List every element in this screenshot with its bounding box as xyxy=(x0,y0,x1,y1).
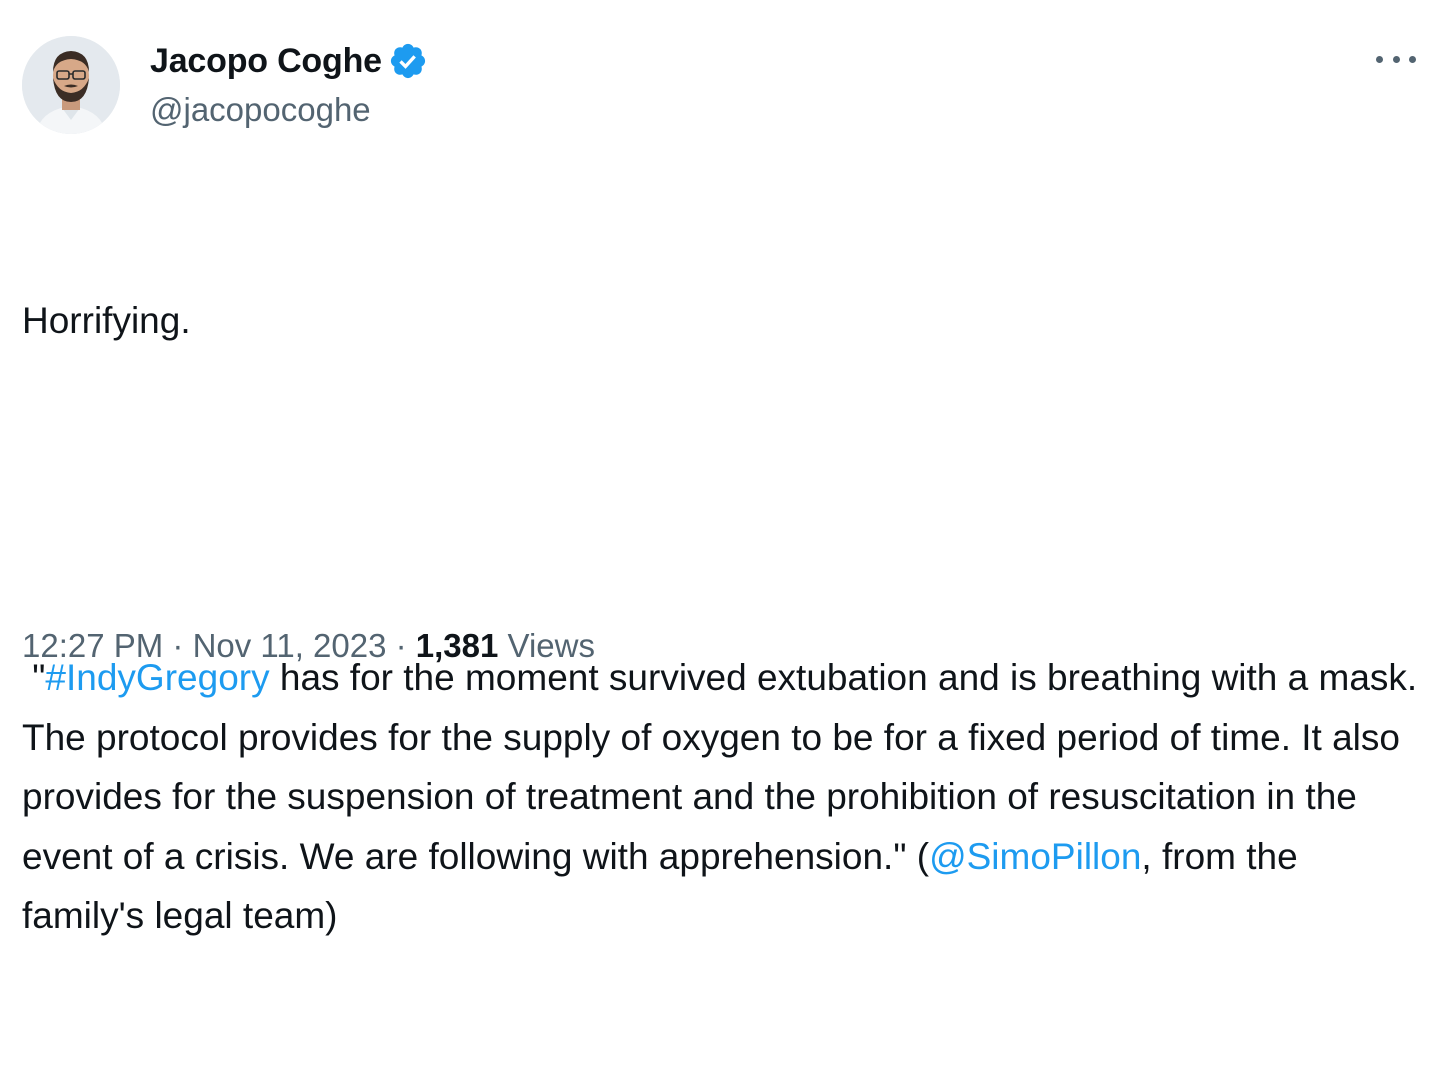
tweet-text: Horrifying. "#IndyGregory has for the mo… xyxy=(22,172,1422,1065)
avatar-photo-icon xyxy=(22,36,120,134)
meta-separator: · xyxy=(386,627,416,664)
author-name-row: Jacopo Coghe xyxy=(150,40,428,82)
meta-separator: · xyxy=(163,627,193,664)
tweet-quote-paragraph: "#IndyGregory has for the moment survive… xyxy=(22,648,1422,946)
tweet-time[interactable]: 12:27 PM xyxy=(22,627,163,664)
tweet-meta: 12:27 PM · Nov 11, 2023 · 1,381 Views xyxy=(22,624,595,668)
verified-badge-icon[interactable] xyxy=(388,41,428,81)
author-display-name[interactable]: Jacopo Coghe xyxy=(150,41,382,81)
views-label: Views xyxy=(498,627,595,664)
more-options-icon[interactable] xyxy=(1376,44,1416,74)
tweet-card: Jacopo Coghe @jacopocoghe Horrifying. "#… xyxy=(0,0,1456,936)
more-dot xyxy=(1392,55,1400,63)
mention-link[interactable]: @SimoPillon xyxy=(929,836,1141,877)
views-count[interactable]: 1,381 xyxy=(416,627,499,664)
tweet-line-1: Horrifying. xyxy=(22,300,191,341)
author-handle[interactable]: @jacopocoghe xyxy=(150,90,371,130)
more-dot xyxy=(1409,55,1416,63)
tweet-date[interactable]: Nov 11, 2023 xyxy=(193,627,387,664)
avatar[interactable] xyxy=(22,36,120,134)
more-dot xyxy=(1376,55,1383,63)
